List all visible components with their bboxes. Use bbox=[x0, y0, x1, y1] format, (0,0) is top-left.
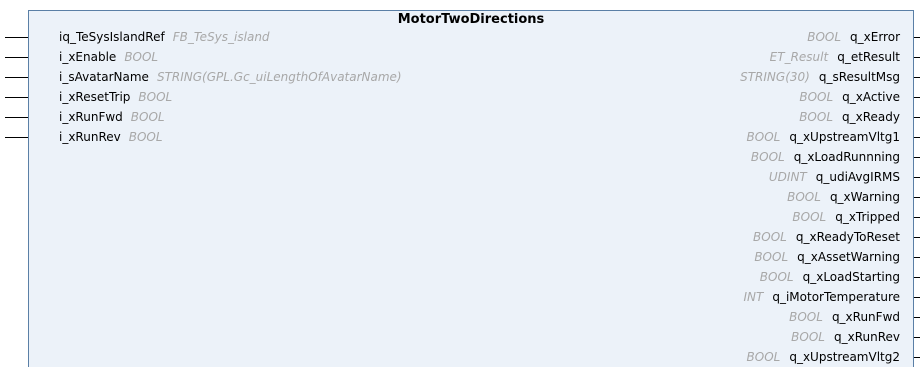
input-pin-type: FB_TeSys_island bbox=[172, 30, 270, 44]
output-pin-type: BOOL bbox=[787, 190, 821, 204]
output-pin[interactable]: BOOL q_xUpstreamVltg1 bbox=[747, 128, 900, 146]
output-pin[interactable]: ET_Result q_etResult bbox=[770, 48, 900, 66]
output-pin-type: BOOL bbox=[799, 110, 834, 124]
input-pin-type: BOOL bbox=[138, 90, 173, 104]
input-wire bbox=[5, 57, 28, 58]
input-pin-name: i_sAvatarName bbox=[59, 70, 149, 84]
input-wire bbox=[5, 37, 28, 38]
output-pin[interactable]: STRING(30) q_sResultMsg bbox=[740, 68, 900, 86]
function-block[interactable]: MotorTwoDirections iq_TeSysIslandRef FB_T… bbox=[28, 10, 914, 367]
input-pin[interactable]: i_sAvatarName STRING(GPL.Gc_uiLengthOfAva… bbox=[59, 68, 402, 86]
output-wire bbox=[914, 297, 920, 298]
output-wire bbox=[914, 57, 920, 58]
output-pin[interactable]: UDINT q_udiAvgIRMS bbox=[769, 168, 900, 186]
output-pin[interactable]: BOOL q_xTripped bbox=[792, 208, 900, 226]
output-wire bbox=[914, 137, 920, 138]
output-pin-name: q_xLoadRunnning bbox=[793, 150, 900, 164]
output-pin-name: q_xTripped bbox=[835, 210, 900, 224]
input-pin-name: i_xRunRev bbox=[59, 130, 121, 144]
output-pin[interactable]: BOOL q_xLoadStarting bbox=[760, 268, 900, 286]
output-pin[interactable]: BOOL q_xUpstreamVltg2 bbox=[747, 348, 900, 366]
output-wire bbox=[914, 37, 920, 38]
output-pin-type: BOOL bbox=[799, 90, 834, 104]
output-pin[interactable]: BOOL q_xWarning bbox=[787, 188, 900, 206]
input-pin-name: i_xEnable bbox=[59, 50, 117, 64]
output-wire bbox=[914, 197, 920, 198]
output-pin-name: q_xRunRev bbox=[833, 330, 900, 344]
output-pin-type: BOOL bbox=[789, 310, 823, 324]
function-block-title: MotorTwoDirections bbox=[397, 12, 545, 27]
output-wire bbox=[914, 357, 920, 358]
output-pin-type: BOOL bbox=[792, 210, 827, 224]
output-wire bbox=[914, 157, 920, 158]
input-pin-type: BOOL bbox=[124, 50, 159, 64]
output-pin-type: BOOL bbox=[759, 270, 794, 284]
output-pin[interactable]: BOOL q_xReady bbox=[799, 108, 900, 126]
output-pin[interactable]: INT q_iMotorTemperature bbox=[744, 288, 901, 306]
output-pin[interactable]: BOOL q_xRunRev bbox=[791, 328, 900, 346]
output-pin-name: q_xUpstreamVltg1 bbox=[789, 130, 900, 144]
output-pin-name: q_xReady bbox=[842, 110, 900, 124]
input-wire bbox=[5, 97, 28, 98]
output-pin-type: BOOL bbox=[791, 330, 825, 344]
input-pin[interactable]: i_xEnable BOOL bbox=[59, 48, 158, 66]
input-pin-name: iq_TeSysIslandRef bbox=[59, 30, 165, 44]
output-wire bbox=[914, 117, 920, 118]
output-pin-type: INT bbox=[743, 290, 764, 304]
output-pin-type: UDINT bbox=[768, 170, 807, 184]
input-pin[interactable]: i_xRunFwd BOOL bbox=[59, 108, 165, 126]
output-pin-name: q_sResultMsg bbox=[818, 70, 900, 84]
input-pin[interactable]: i_xResetTrip BOOL bbox=[59, 88, 172, 106]
output-wire bbox=[914, 77, 920, 78]
output-pin-type: BOOL bbox=[746, 130, 781, 144]
output-pin-name: q_xError bbox=[850, 30, 900, 44]
output-wire bbox=[914, 277, 920, 278]
input-pin-type: BOOL bbox=[128, 130, 163, 144]
output-wire bbox=[914, 317, 920, 318]
output-pin-type: BOOL bbox=[754, 250, 789, 264]
output-pin[interactable]: BOOL q_xActive bbox=[799, 88, 900, 106]
output-pin[interactable]: BOOL q_xError bbox=[807, 28, 900, 46]
input-pin[interactable]: iq_TeSysIslandRef FB_TeSys_island bbox=[59, 28, 270, 46]
output-pin-type: STRING(30) bbox=[740, 70, 810, 84]
output-pin-name: q_xReadyToReset bbox=[795, 230, 900, 244]
output-pin-type: ET_Result bbox=[769, 50, 829, 64]
input-pin-name: i_xResetTrip bbox=[59, 90, 131, 104]
output-pin-name: q_xWarning bbox=[829, 190, 900, 204]
input-pin-type: STRING(GPL.Gc_uiLengthOfAvatarName) bbox=[156, 70, 402, 84]
output-pin-name: q_etResult bbox=[837, 50, 900, 64]
output-pin-name: q_xAssetWarning bbox=[797, 250, 900, 264]
output-pin[interactable]: BOOL q_xAssetWarning bbox=[754, 248, 900, 266]
output-pin[interactable]: BOOL q_xLoadRunnning bbox=[751, 148, 900, 166]
output-wire bbox=[914, 257, 920, 258]
input-wire bbox=[5, 137, 28, 138]
output-pin-type: BOOL bbox=[807, 30, 842, 44]
input-pin[interactable]: i_xRunRev BOOL bbox=[59, 128, 163, 146]
output-pin-type: BOOL bbox=[750, 150, 785, 164]
input-pin-name: i_xRunFwd bbox=[59, 110, 123, 124]
input-wire bbox=[5, 77, 28, 78]
output-wire bbox=[914, 217, 920, 218]
output-pin-name: q_xLoadStarting bbox=[802, 270, 900, 284]
input-wire bbox=[5, 117, 28, 118]
output-pin[interactable]: BOOL q_xRunFwd bbox=[789, 308, 900, 326]
output-pin-name: q_udiAvgIRMS bbox=[815, 170, 900, 184]
output-wire bbox=[914, 97, 920, 98]
input-pin-type: BOOL bbox=[130, 110, 165, 124]
output-pin-name: q_xUpstreamVltg2 bbox=[789, 350, 900, 364]
output-pin-type: BOOL bbox=[753, 230, 787, 244]
output-wire bbox=[914, 337, 920, 338]
output-wire bbox=[914, 237, 920, 238]
output-pin-name: q_xActive bbox=[842, 90, 900, 104]
output-pin-name: q_iMotorTemperature bbox=[772, 290, 900, 304]
output-pin[interactable]: BOOL q_xReadyToReset bbox=[753, 228, 900, 246]
output-pin-type: BOOL bbox=[746, 350, 781, 364]
output-wire bbox=[914, 177, 920, 178]
output-pin-name: q_xRunFwd bbox=[831, 310, 900, 324]
